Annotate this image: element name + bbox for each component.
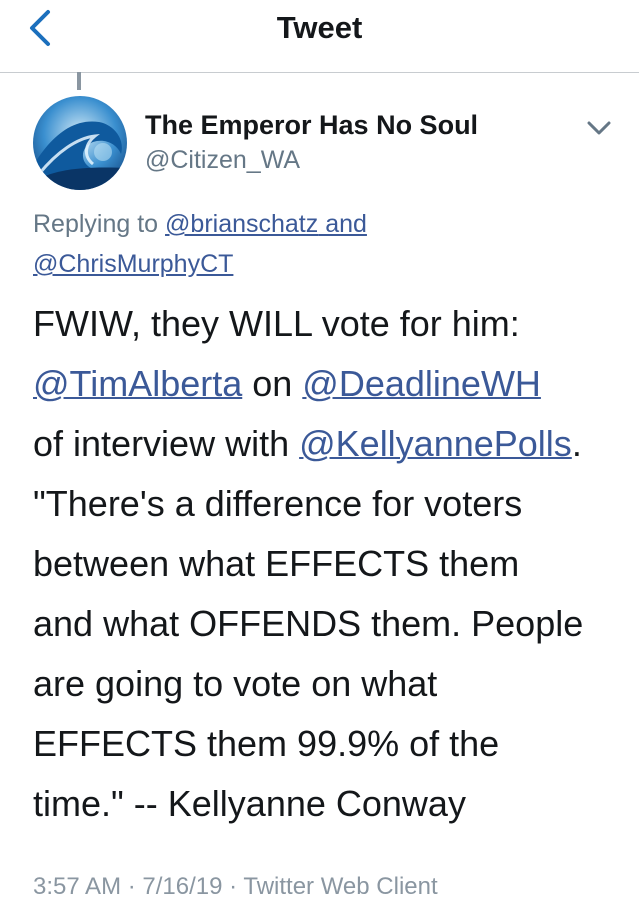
top-navigation-bar: Tweet: [0, 0, 639, 73]
more-options-button[interactable]: [585, 118, 613, 138]
replying-to-line-2: @ChrisMurphyCT: [33, 248, 233, 280]
author-handle[interactable]: @Citizen_WA: [145, 144, 300, 176]
tweet-text-fragment: of interview with: [33, 423, 300, 464]
mention-link-deadlinewh[interactable]: @DeadlineWH: [302, 363, 541, 404]
tweet-text-line: @TimAlberta on @DeadlineWH: [33, 354, 541, 414]
mention-link-chrismurphyct[interactable]: @ChrisMurphyCT: [33, 250, 233, 278]
tweet-text-line: EFFECTS them 99.9% of the: [33, 723, 500, 764]
wave-avatar-image: [33, 96, 127, 190]
tweet-text-fragment: on: [242, 363, 303, 404]
thread-connector-line: [77, 72, 81, 90]
tweet-text-line: time." -- Kellyanne Conway: [33, 783, 466, 824]
tweet-text-line: of interview with @KellyannePolls.: [33, 414, 582, 474]
author-name[interactable]: The Emperor Has No Soul: [145, 108, 478, 142]
tweet-text-line: "There's a difference for voters: [33, 483, 523, 524]
replying-to-label: Replying to: [33, 210, 166, 238]
tweet-timestamp: 3:57 AM · 7/16/19 · Twitter Web Client: [33, 873, 438, 900]
replying-to-joiner[interactable]: and: [318, 210, 367, 238]
tweet-text-line: FWIW, they WILL vote for him:: [33, 303, 520, 344]
tweet-text-line: are going to vote on what: [33, 663, 438, 704]
mention-link-timalberta[interactable]: @TimAlberta: [33, 363, 242, 404]
mention-link-brianschatz[interactable]: @brianschatz: [165, 210, 318, 238]
tweet-text-line: between what EFFECTS them: [33, 543, 520, 584]
avatar[interactable]: [33, 96, 127, 190]
mention-link-kellyannepolls[interactable]: @KellyannePolls: [299, 423, 572, 464]
chevron-down-icon: [587, 121, 611, 135]
tweet-text-line: and what OFFENDS them. People: [33, 603, 584, 644]
page-title: Tweet: [276, 10, 363, 45]
replying-to-line: Replying to @brianschatz and: [33, 208, 367, 240]
tweet-text-fragment: .: [571, 423, 582, 464]
